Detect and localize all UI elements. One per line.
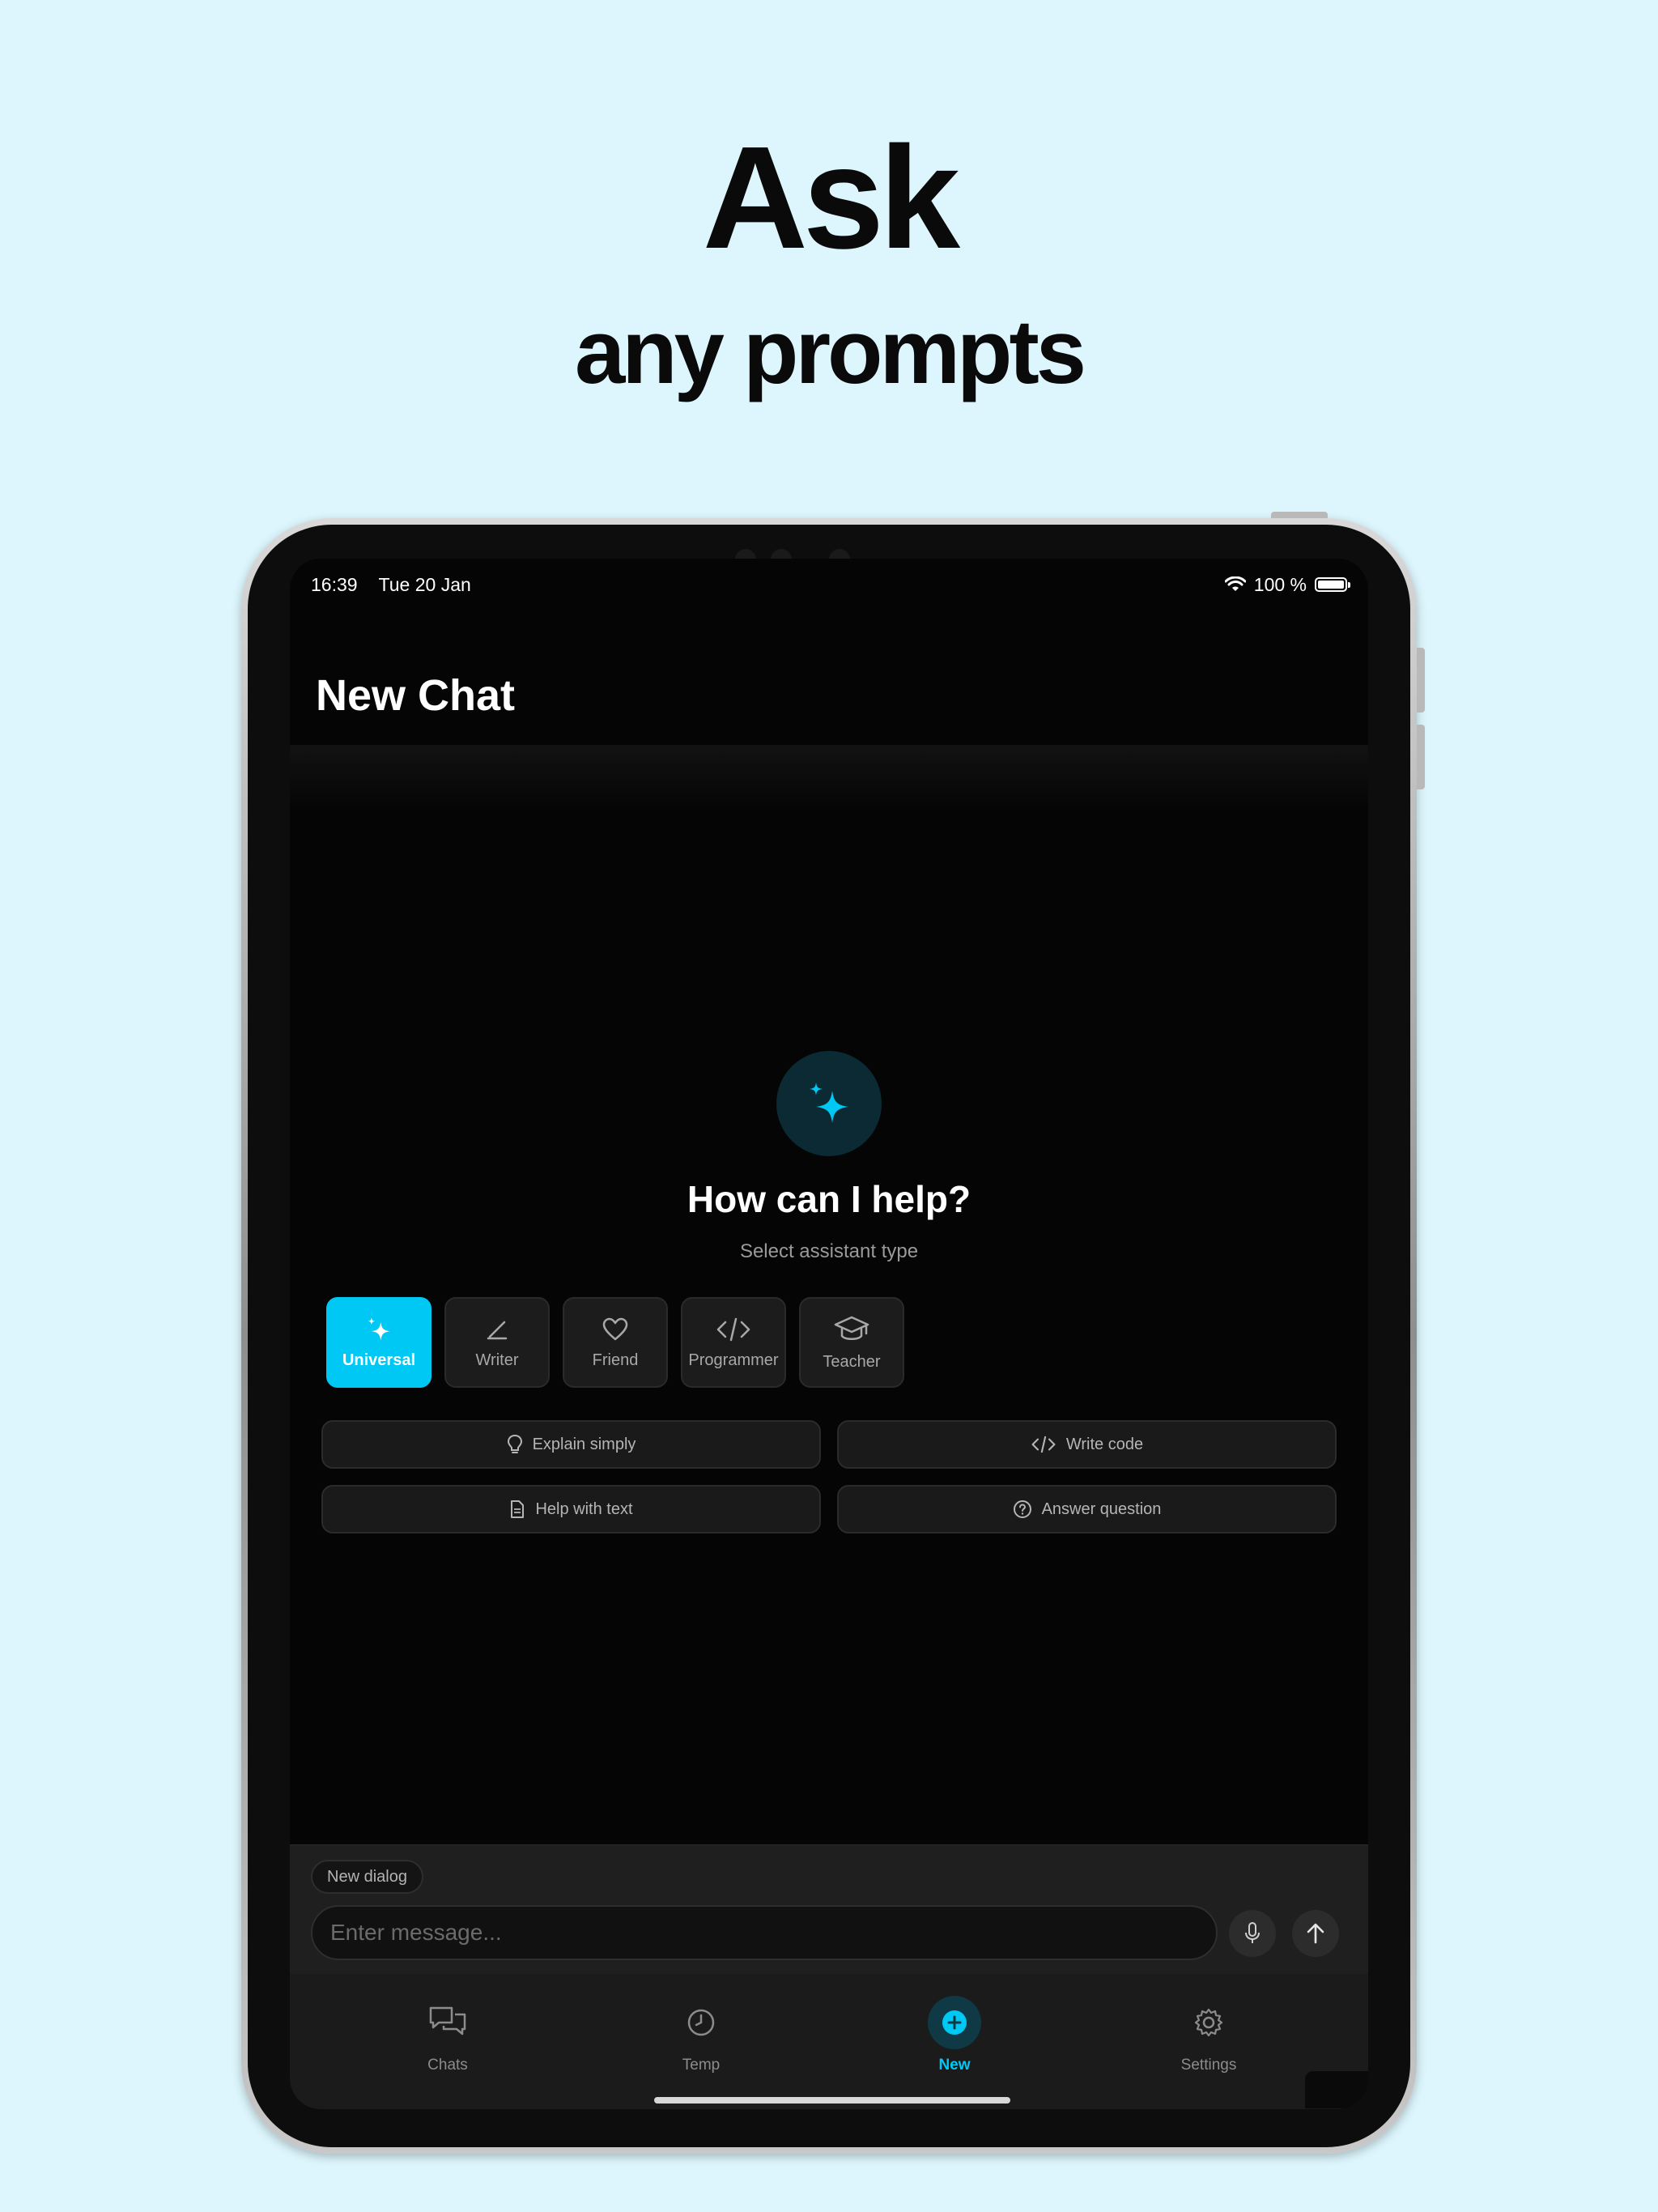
code-icon [716,1317,750,1341]
prompt-label: Help with text [535,1499,633,1518]
top-button [1271,512,1328,518]
tab-temp[interactable]: Temp [636,1998,766,2074]
sparkles-icon [776,1051,882,1156]
chat-bubbles-icon [429,2006,466,2035]
pen-icon [487,1321,508,1339]
assistant-type-label: Friend [592,1351,639,1369]
assistant-type-label: Teacher [823,1352,881,1371]
headline-ask: Ask [702,117,960,279]
assistant-type-teacher[interactable]: Teacher [799,1297,904,1388]
tab-label: New [938,2057,971,2074]
tab-bar: Chats Temp New Settings [290,1974,1368,2109]
prompt-answer-question[interactable]: Answer question [837,1485,1337,1534]
tab-label: Temp [682,2057,721,2074]
headline-any-prompts: any prompts [574,301,1086,402]
prompt-label: Answer question [1041,1499,1162,1518]
empty-state-title: How can I help? [687,1178,971,1220]
tab-label: Chats [427,2057,468,2074]
prompt-label: Write code [1065,1435,1144,1453]
tab-chats[interactable]: Chats [383,1998,512,2074]
heart-icon [602,1317,628,1340]
battery-percent: 100 % [1253,573,1307,595]
microphone-icon [1245,1922,1260,1943]
message-input[interactable] [311,1905,1218,1960]
question-circle-icon [1013,1500,1031,1518]
prompt-label: Explain simply [532,1435,636,1453]
assistant-type-label: Universal [342,1351,416,1369]
sparkles-icon [368,1317,390,1341]
assistant-type-writer[interactable]: Writer [444,1297,550,1388]
assistant-type-selector: Universal Writer Friend Programmer Teach… [326,1297,904,1388]
assistant-type-universal[interactable]: Universal [326,1297,432,1388]
clock-icon [687,2009,715,2036]
status-date: Tue 20 Jan [378,573,471,595]
status-time: 16:39 [311,573,358,595]
prompt-explain-simply[interactable]: Explain simply [321,1420,821,1469]
tab-new[interactable]: New [890,1996,1019,2074]
microphone-button[interactable] [1229,1910,1276,1957]
volume-down-button [1417,725,1425,789]
assistant-type-label: Writer [475,1351,519,1369]
gear-icon [1194,2008,1223,2037]
graduation-cap-icon [834,1316,869,1340]
battery-icon [1315,577,1350,592]
assistant-type-friend[interactable]: Friend [563,1297,668,1388]
status-bar: 16:39 Tue 20 Jan 100 % [311,568,1350,601]
prompt-help-with-text[interactable]: Help with text [321,1485,821,1534]
arrow-up-icon [1307,1923,1324,1944]
home-indicator[interactable] [654,2097,1010,2104]
header-fade [290,745,1368,810]
overlay-square [1305,2071,1368,2108]
prompt-write-code[interactable]: Write code [837,1420,1337,1469]
code-icon [1031,1436,1056,1453]
wifi-icon [1224,576,1246,591]
volume-up-button [1417,648,1425,713]
tab-label: Settings [1180,2057,1237,2074]
tab-settings[interactable]: Settings [1144,1998,1273,2074]
assistant-type-programmer[interactable]: Programmer [681,1297,786,1388]
new-dialog-chip[interactable]: New dialog [311,1860,423,1894]
message-composer: New dialog [290,1844,1368,1975]
lightbulb-icon [507,1434,522,1453]
plus-circle-icon [928,1996,981,2049]
app-screen: 16:39 Tue 20 Jan 100 % New Chat How can … [290,559,1368,2109]
page-title: New Chat [316,671,516,720]
prompt-suggestions: Explain simply Write code Help with text [321,1420,1337,1534]
assistant-type-label: Programmer [688,1351,779,1369]
send-button[interactable] [1292,1910,1339,1957]
empty-state-subtitle: Select assistant type [739,1240,919,1262]
document-icon [511,1500,525,1518]
